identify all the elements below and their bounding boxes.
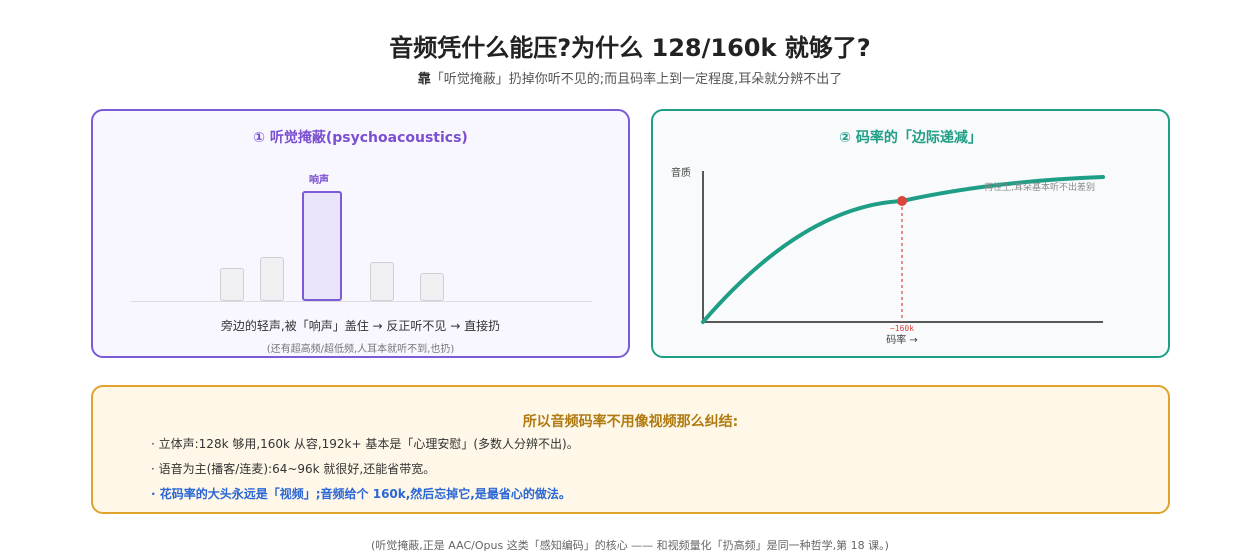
returns-card: ② 码率的「边际递减」 音质 ~160k 码率 → 再往上,耳朵基本听不出差别	[651, 109, 1170, 358]
summary-heading: 所以音频码率不用像视频那么纠结:	[522, 414, 739, 430]
page-title: 音频凭什么能压?为什么 128/160k 就够了?	[389, 34, 871, 62]
x-axis-label: 码率 →	[886, 333, 918, 346]
sound-bar-loud	[302, 191, 342, 301]
masking-caption: 旁边的轻声,被「响声」盖住 → 反正听不见 → 直接扔	[220, 319, 501, 333]
sound-bar-quiet-3	[370, 262, 394, 301]
sound-bar-quiet-1	[220, 268, 244, 301]
y-axis-label: 音质	[671, 166, 691, 179]
sound-bar-quiet-2	[260, 257, 284, 301]
plateau-annotation: 再往上,耳朵基本听不出差别	[984, 181, 1095, 193]
loud-label: 响声	[309, 175, 329, 186]
sound-bar-quiet-4	[420, 273, 444, 301]
masking-title: ① 听觉掩蔽(psychoacoustics)	[253, 130, 468, 146]
footer-note: (听觉掩蔽,正是 AAC/Opus 这类「感知编码」的核心 —— 和视频量化「扔…	[371, 539, 889, 552]
summary-bullet-video: · 花码率的大头永远是「视频」;音频给个 160k,然后忘掉它,是最省心的做法。	[151, 487, 571, 501]
marker-point	[897, 196, 907, 206]
masking-card: ① 听觉掩蔽(psychoacoustics) 响声 旁边的轻声,被「响声」盖住…	[91, 109, 630, 358]
masking-baseline	[131, 301, 592, 302]
subtitle-text: 「听觉掩蔽」扔掉你听不见的;而且码率上到一定程度,耳朵就分辨不出了	[430, 72, 843, 87]
subtitle-lead: 靠	[417, 72, 431, 87]
masking-note: (还有超高频/超低频,人耳本就听不到,也扔)	[266, 344, 455, 355]
page-subtitle: 靠「听觉掩蔽」扔掉你听不见的;而且码率上到一定程度,耳朵就分辨不出了	[0, 68, 1260, 87]
returns-chart: 音质 ~160k 码率 → 再往上,耳朵基本听不出差别	[671, 166, 1105, 346]
marker-label: ~160k	[890, 324, 914, 333]
summary-bullet-stereo: · 立体声:128k 够用,160k 从容,192k+ 基本是「心理安慰」(多数…	[151, 437, 579, 451]
summary-card: 所以音频码率不用像视频那么纠结: · 立体声:128k 够用,160k 从容,1…	[91, 385, 1170, 514]
summary-bullet-voice: · 语音为主(播客/连麦):64~96k 就很好,还能省带宽。	[151, 462, 436, 476]
